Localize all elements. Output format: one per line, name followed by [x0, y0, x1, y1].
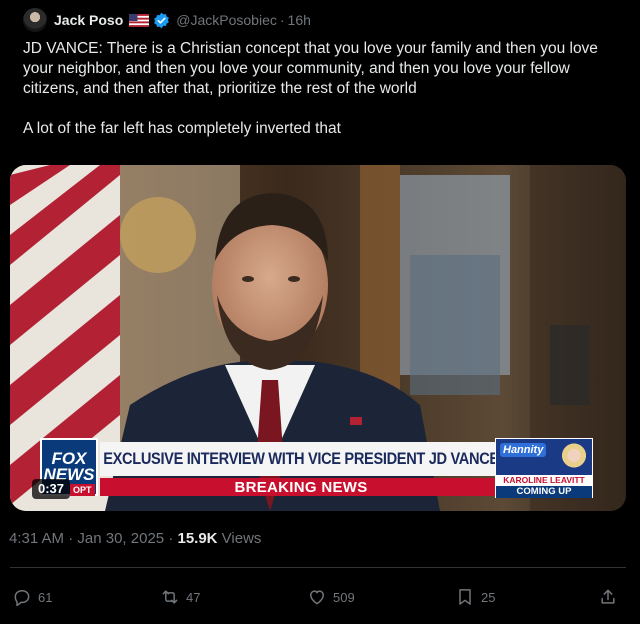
tweet-paragraph: JD VANCE: There is a Christian concept t…: [23, 40, 598, 97]
bookmark-count: 25: [481, 589, 496, 605]
promo-show-logo: Hannity: [500, 443, 547, 457]
reply-button[interactable]: 61: [12, 582, 52, 612]
like-count: 509: [333, 589, 355, 605]
separator-dot: ·: [168, 530, 174, 547]
divider: [10, 567, 626, 568]
share-icon: [601, 589, 615, 604]
tweet-meta: 4:31 AM · Jan 30, 2025 · 15.9K Views: [9, 530, 261, 547]
repost-button[interactable]: 47: [160, 582, 200, 612]
news-chyron: EXCLUSIVE INTERVIEW WITH VICE PRESIDENT …: [40, 438, 502, 498]
promo-coming-up: COMING UP: [496, 486, 592, 498]
views-label: Views: [217, 530, 262, 547]
share-button[interactable]: [598, 582, 618, 612]
promo-guest-photo: [560, 442, 588, 472]
separator-dot: ·: [279, 12, 285, 28]
chyron-breaking: BREAKING NEWS: [234, 478, 368, 496]
promo-box: Hannity KAROLINE LEAVITT COMING UP: [495, 438, 593, 498]
like-icon: [310, 590, 324, 605]
avatar[interactable]: [23, 8, 47, 32]
tweet-paragraph: A lot of the far left has completely inv…: [23, 120, 341, 137]
bookmark-icon: [459, 589, 471, 605]
like-button[interactable]: 509: [307, 582, 355, 612]
video-player[interactable]: EXCLUSIVE INTERVIEW WITH VICE PRESIDENT …: [10, 165, 626, 511]
tweet-date[interactable]: Jan 30, 2025: [77, 530, 164, 547]
repost-icon: [162, 590, 178, 604]
reply-count: 61: [38, 589, 53, 605]
tweet-header: Jack Poso @JackPosobiec · 16h: [23, 8, 311, 32]
repost-count: 47: [186, 589, 201, 605]
chyron-headline: EXCLUSIVE INTERVIEW WITH VICE PRESIDENT …: [103, 449, 499, 468]
promo-guest-name: KAROLINE LEAVITT: [496, 475, 592, 486]
author-handle[interactable]: @JackPosobiec: [176, 12, 277, 28]
separator-dot: ·: [68, 530, 74, 547]
verified-badge-icon[interactable]: [153, 12, 170, 29]
chyron-headline-bar: EXCLUSIVE INTERVIEW WITH VICE PRESIDENT …: [100, 442, 502, 476]
views-count: 15.9K: [177, 530, 218, 547]
fox-logo-tag: OPT: [70, 484, 95, 496]
tweet-actions: 61 47 509 25: [0, 582, 640, 612]
video-duration: 0:37: [32, 479, 71, 499]
chyron-breaking-bar: BREAKING NEWS: [100, 478, 502, 496]
us-flag-icon: [129, 13, 150, 27]
tweet-time-ago[interactable]: 16h: [288, 12, 311, 28]
tweet-text: JD VANCE: There is a Christian concept t…: [23, 39, 623, 139]
reply-icon: [14, 590, 30, 607]
bookmark-button[interactable]: 25: [455, 582, 495, 612]
tweet-time[interactable]: 4:31 AM: [9, 530, 64, 547]
author-display-name[interactable]: Jack Poso: [54, 12, 123, 28]
